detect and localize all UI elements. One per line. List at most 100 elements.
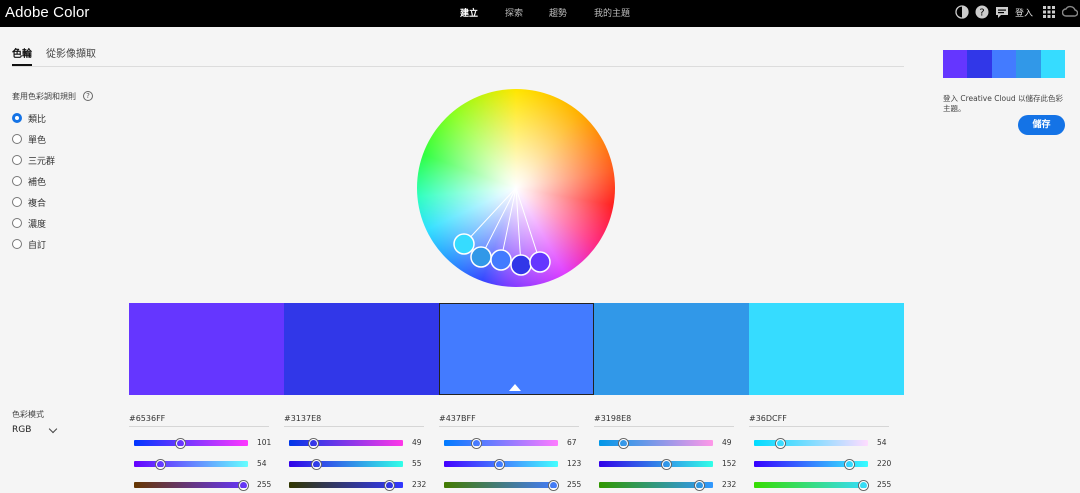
color-handle[interactable]: [529, 251, 551, 273]
rule-option-monochromatic[interactable]: 單色: [12, 132, 46, 146]
blue-slider[interactable]: [754, 482, 868, 488]
feedback-icon[interactable]: [995, 5, 1009, 19]
slider-value[interactable]: 54: [257, 459, 267, 468]
slider-knob[interactable]: [309, 438, 319, 448]
red-slider[interactable]: [599, 440, 713, 446]
slider-value[interactable]: 255: [257, 480, 271, 489]
save-note: 登入 Creative Cloud 以儲存此色彩主題。: [943, 94, 1064, 113]
slider-value[interactable]: 152: [722, 459, 736, 468]
nav-create[interactable]: 建立: [460, 6, 478, 19]
slider-value[interactable]: 232: [412, 480, 426, 489]
app-title[interactable]: Adobe Color: [5, 4, 90, 21]
save-button[interactable]: 儲存: [1018, 115, 1065, 135]
theme-preview-swatch: [967, 50, 992, 78]
slider-knob[interactable]: [661, 459, 671, 469]
slider-knob[interactable]: [859, 480, 868, 490]
slider-value[interactable]: 232: [722, 480, 736, 489]
blue-slider[interactable]: [134, 482, 248, 488]
theme-contrast-icon[interactable]: [955, 5, 969, 19]
rule-option-custom[interactable]: 自訂: [12, 237, 46, 251]
slider-value[interactable]: 255: [877, 480, 891, 489]
color-mode-label: 色彩模式: [12, 410, 44, 419]
login-link[interactable]: 登入: [1015, 6, 1033, 19]
slider-knob[interactable]: [776, 438, 786, 448]
nav-trends[interactable]: 趨勢: [549, 6, 567, 19]
slider-knob[interactable]: [311, 459, 321, 469]
color-handle[interactable]: [470, 246, 492, 268]
swatch-4[interactable]: [594, 303, 749, 395]
slider-knob[interactable]: [694, 480, 704, 490]
hex-value[interactable]: #3137E8: [284, 414, 321, 423]
apps-grid-icon[interactable]: [1042, 5, 1056, 19]
rule-label: 單色: [28, 135, 47, 146]
slider-knob[interactable]: [494, 459, 504, 469]
tab-extract-from-image[interactable]: 從影像擷取: [46, 45, 96, 60]
red-slider[interactable]: [134, 440, 248, 446]
slider-value[interactable]: 123: [567, 459, 581, 468]
slider-knob[interactable]: [844, 459, 854, 469]
radio-button[interactable]: [12, 239, 22, 249]
creative-cloud-icon[interactable]: [1062, 5, 1078, 19]
hex-value[interactable]: #3198E8: [594, 414, 631, 423]
radio-button[interactable]: [12, 155, 22, 165]
hex-value[interactable]: #437BFF: [439, 414, 476, 423]
hex-divider: [594, 426, 734, 427]
hex-value[interactable]: #36DCFF: [749, 414, 787, 423]
radio-button[interactable]: [12, 176, 22, 186]
radio-button[interactable]: [12, 113, 22, 123]
green-slider[interactable]: [289, 461, 403, 467]
tab-divider: [12, 66, 904, 67]
help-icon[interactable]: ?: [975, 5, 989, 19]
green-slider[interactable]: [599, 461, 713, 467]
slider-knob[interactable]: [175, 438, 185, 448]
color-handle[interactable]: [510, 254, 532, 276]
rule-label: 自訂: [28, 240, 47, 251]
radio-button[interactable]: [12, 218, 22, 228]
rule-option-shades[interactable]: 濃度: [12, 216, 46, 230]
swatch-2[interactable]: [284, 303, 439, 395]
slider-knob[interactable]: [549, 480, 558, 490]
slider-value[interactable]: 49: [722, 438, 732, 447]
slider-value[interactable]: 101: [257, 438, 271, 447]
green-slider[interactable]: [134, 461, 248, 467]
slider-knob[interactable]: [619, 438, 629, 448]
slider-value[interactable]: 54: [877, 438, 887, 447]
blue-slider[interactable]: [444, 482, 558, 488]
slider-knob[interactable]: [471, 438, 481, 448]
slider-value[interactable]: 49: [412, 438, 422, 447]
radio-button[interactable]: [12, 197, 22, 207]
theme-preview-swatch: [1016, 50, 1041, 78]
rule-option-complementary[interactable]: 補色: [12, 174, 46, 188]
swatch-3[interactable]: [439, 303, 594, 395]
red-slider[interactable]: [754, 440, 868, 446]
theme-preview-swatch: [943, 50, 968, 78]
color-wheel[interactable]: [417, 89, 615, 287]
nav-my-themes[interactable]: 我的主題: [594, 6, 630, 19]
nav-explore[interactable]: 探索: [505, 6, 523, 19]
red-slider[interactable]: [289, 440, 403, 446]
hex-divider: [439, 426, 579, 427]
slider-knob[interactable]: [156, 459, 166, 469]
tab-color-wheel[interactable]: 色輪: [12, 45, 32, 60]
swatch-1[interactable]: [129, 303, 284, 395]
color-handle-base[interactable]: [490, 249, 512, 271]
slider-knob[interactable]: [239, 480, 248, 490]
rule-option-triad[interactable]: 三元群: [12, 153, 55, 167]
active-tab-indicator: [12, 64, 32, 66]
rule-label: 三元群: [28, 156, 56, 167]
slider-value[interactable]: 67: [567, 438, 577, 447]
slider-value[interactable]: 220: [877, 459, 891, 468]
hex-divider: [749, 426, 889, 427]
slider-knob[interactable]: [384, 480, 394, 490]
hex-value[interactable]: #6536FF: [129, 414, 165, 423]
rule-option-compound[interactable]: 複合: [12, 195, 46, 209]
radio-button[interactable]: [12, 134, 22, 144]
color-handle[interactable]: [453, 233, 475, 255]
swatch-5[interactable]: [749, 303, 904, 395]
rule-option-analogous[interactable]: 類比: [12, 111, 46, 125]
rule-label: 補色: [28, 177, 47, 188]
slider-value[interactable]: 255: [567, 480, 581, 489]
help-icon[interactable]: ?: [83, 91, 93, 101]
slider-value[interactable]: 55: [412, 459, 422, 468]
red-slider[interactable]: [444, 440, 558, 446]
